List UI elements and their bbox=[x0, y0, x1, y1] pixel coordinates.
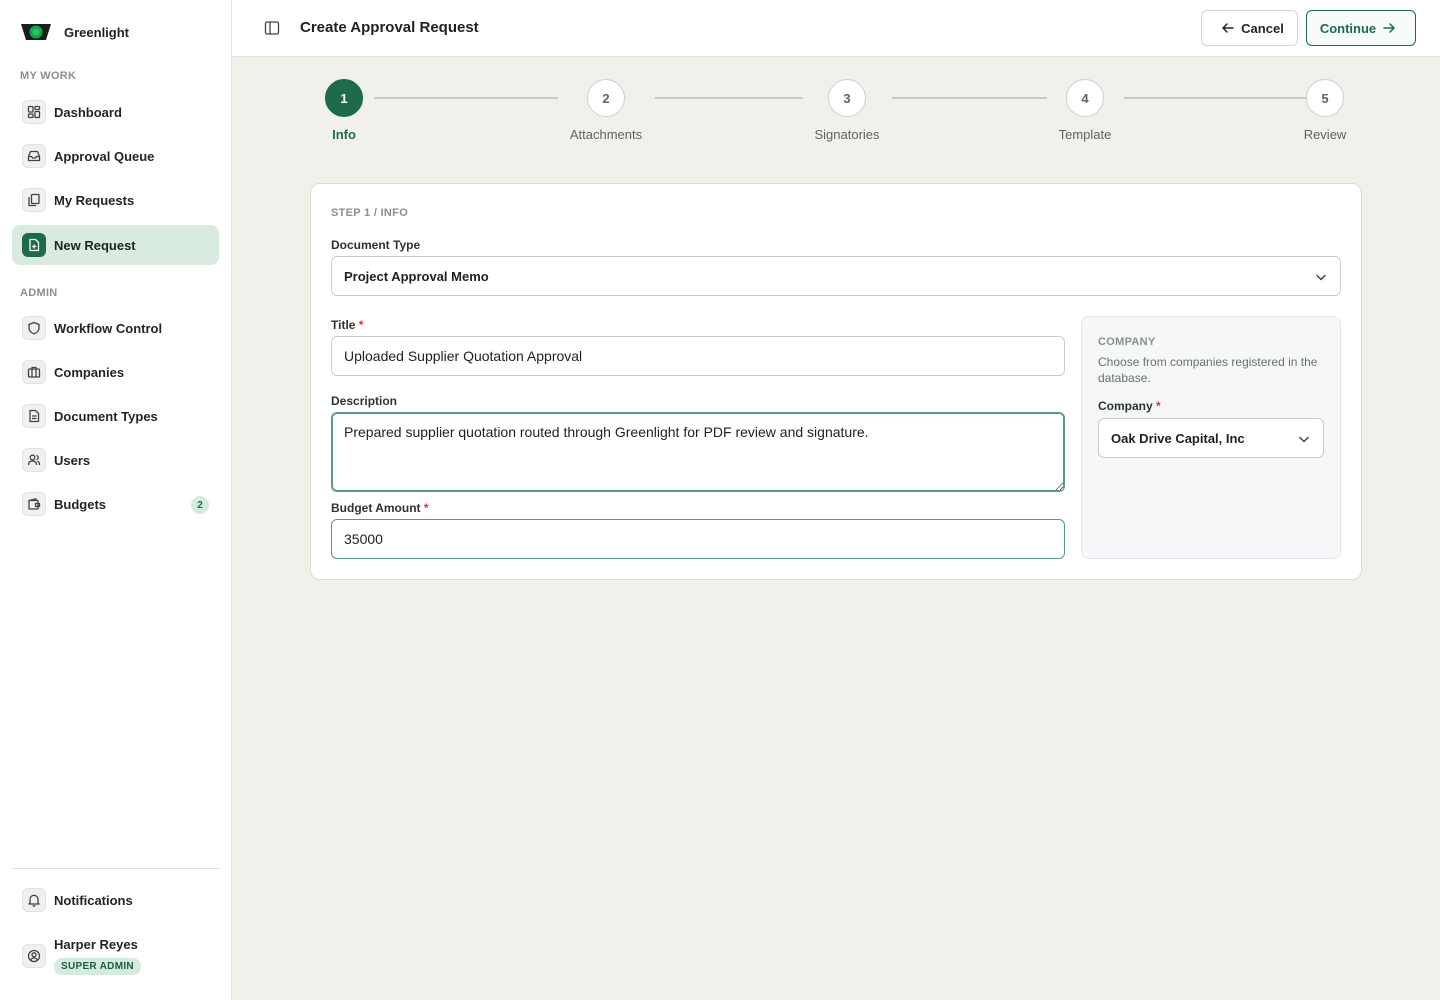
traffic-light-logo-icon bbox=[20, 21, 52, 43]
shield-icon bbox=[22, 316, 46, 340]
required-marker: * bbox=[1156, 399, 1161, 413]
sidebar-item-budgets[interactable]: Budgets 2 bbox=[12, 484, 219, 524]
sidebar-item-label: New Request bbox=[54, 237, 136, 253]
users-icon bbox=[22, 448, 46, 472]
sidebar-item-companies[interactable]: Companies bbox=[12, 352, 219, 392]
step-connector bbox=[374, 97, 558, 99]
sidebar-item-label: Document Types bbox=[54, 408, 158, 424]
wallet-icon bbox=[22, 492, 46, 516]
step-connector bbox=[1124, 97, 1307, 99]
sidebar-item-label: Dashboard bbox=[54, 104, 122, 120]
step-2-label: Attachments bbox=[569, 127, 643, 142]
sidebar-item-my-requests[interactable]: My Requests bbox=[12, 180, 219, 220]
chevron-down-icon bbox=[1299, 436, 1309, 443]
cancel-button[interactable]: Cancel bbox=[1201, 10, 1298, 46]
sidebar-toggle-icon[interactable] bbox=[262, 18, 282, 38]
company-eyebrow: COMPANY bbox=[1098, 336, 1156, 348]
step-connector bbox=[892, 97, 1047, 99]
continue-button-label: Continue bbox=[1319, 20, 1377, 36]
inbox-icon bbox=[22, 144, 46, 168]
brand[interactable]: Greenlight bbox=[20, 20, 129, 44]
document-type-value: Project Approval Memo bbox=[344, 268, 489, 284]
brand-name: Greenlight bbox=[64, 24, 130, 40]
dashboard-icon bbox=[22, 100, 46, 124]
page-title: Create Approval Request bbox=[300, 19, 479, 36]
bell-icon bbox=[22, 888, 46, 912]
document-type-label: Document Type bbox=[331, 238, 421, 252]
required-marker: * bbox=[423, 501, 429, 515]
company-help-text: Choose from companies registered in the … bbox=[1098, 355, 1318, 385]
budget-amount-input[interactable] bbox=[331, 519, 1065, 559]
sidebar-item-document-types[interactable]: Document Types bbox=[12, 396, 219, 436]
user-circle-icon bbox=[22, 944, 46, 968]
sidebar-item-notifications[interactable]: Notifications bbox=[12, 880, 219, 920]
step-3-label: Signatories bbox=[814, 127, 880, 142]
step-1-label: Info bbox=[332, 127, 356, 142]
title-label: Title * bbox=[331, 318, 364, 332]
sidebar-item-approval-queue[interactable]: Approval Queue bbox=[12, 136, 219, 176]
arrow-right-icon bbox=[1383, 23, 1395, 33]
file-plus-icon bbox=[22, 233, 46, 257]
step-progress: 1 2 3 4 5 Info Attachments Signatories T… bbox=[232, 58, 1440, 168]
chevron-down-icon bbox=[1316, 274, 1326, 281]
step-connector bbox=[655, 97, 803, 99]
sidebar-item-new-request[interactable]: New Request bbox=[12, 225, 219, 265]
company-label: Company * bbox=[1098, 399, 1161, 413]
user-role-badge: SUPER ADMIN bbox=[54, 958, 141, 975]
sidebar-item-label: Workflow Control bbox=[54, 320, 163, 336]
user-profile[interactable]: Harper Reyes SUPER ADMIN bbox=[12, 930, 219, 982]
title-input[interactable] bbox=[331, 336, 1065, 376]
step-4-label: Template bbox=[1058, 127, 1112, 142]
user-name: Harper Reyes bbox=[54, 937, 138, 952]
document-type-select[interactable]: Project Approval Memo bbox=[331, 256, 1341, 296]
step-4-circle[interactable]: 4 bbox=[1066, 79, 1104, 117]
company-panel: COMPANY Choose from companies registered… bbox=[1081, 316, 1341, 559]
arrow-left-icon bbox=[1222, 23, 1234, 33]
continue-button[interactable]: Continue bbox=[1306, 10, 1416, 46]
step-2-circle[interactable]: 2 bbox=[587, 79, 625, 117]
section-label-admin: ADMIN bbox=[20, 287, 58, 299]
step-eyebrow: STEP 1 / INFO bbox=[331, 207, 409, 219]
sidebar-item-dashboard[interactable]: Dashboard bbox=[12, 92, 219, 132]
description-label: Description bbox=[331, 394, 398, 408]
sidebar-item-label: Approval Queue bbox=[54, 148, 155, 164]
document-icon bbox=[22, 404, 46, 428]
cancel-button-label: Cancel bbox=[1241, 20, 1284, 36]
company-value: Oak Drive Capital, Inc bbox=[1111, 430, 1245, 446]
sidebar: Greenlight MY WORK Dashboard Approval Qu… bbox=[0, 0, 232, 1000]
step-5-circle[interactable]: 5 bbox=[1306, 79, 1344, 117]
section-label-my-work: MY WORK bbox=[20, 70, 77, 82]
sidebar-item-workflow-control[interactable]: Workflow Control bbox=[12, 308, 219, 348]
sidebar-item-label: Notifications bbox=[54, 892, 133, 908]
sidebar-divider bbox=[12, 868, 219, 869]
description-textarea[interactable]: Prepared supplier quotation routed throu… bbox=[331, 412, 1065, 492]
sidebar-item-label: My Requests bbox=[54, 192, 135, 208]
sidebar-item-label: Budgets bbox=[54, 496, 106, 512]
budget-amount-label: Budget Amount * bbox=[331, 501, 429, 515]
briefcase-icon bbox=[22, 360, 46, 384]
info-form-card: STEP 1 / INFO Document Type Project Appr… bbox=[310, 183, 1362, 580]
company-select[interactable]: Oak Drive Capital, Inc bbox=[1098, 418, 1324, 458]
step-1-circle[interactable]: 1 bbox=[325, 79, 363, 117]
sidebar-item-label: Users bbox=[54, 452, 91, 468]
step-3-circle[interactable]: 3 bbox=[828, 79, 866, 117]
top-header: Create Approval Request Cancel Continue bbox=[232, 0, 1440, 57]
required-marker: * bbox=[358, 318, 364, 332]
step-5-label: Review bbox=[1303, 127, 1347, 142]
sidebar-item-users[interactable]: Users bbox=[12, 440, 219, 480]
sidebar-item-label: Companies bbox=[54, 364, 125, 380]
budgets-count-badge: 2 bbox=[191, 496, 209, 514]
copy-icon bbox=[22, 188, 46, 212]
